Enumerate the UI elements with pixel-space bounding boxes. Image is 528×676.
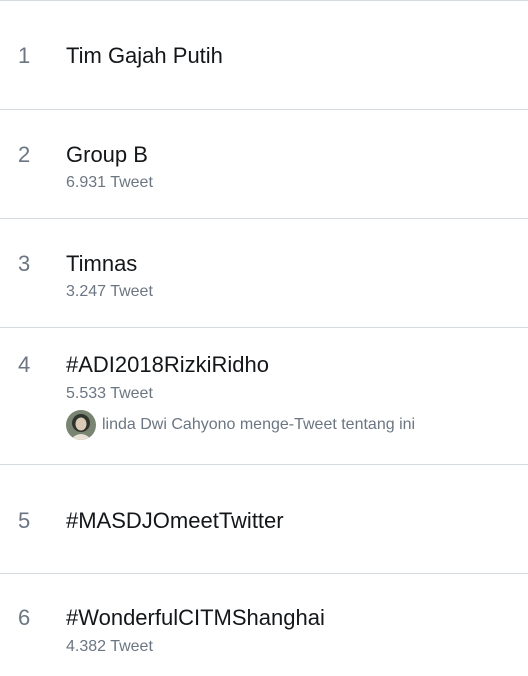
trend-tweet-count: 4.382 Tweet [66,638,153,655]
trend-name: #WonderfulCITMShanghai [66,605,325,630]
trend-rank: 2 [18,142,31,167]
trend-name: Group B [66,142,148,167]
trend-rank: 6 [18,605,31,630]
trend-rank: 1 [18,43,31,68]
trends-list: 1 Tim Gajah Putih 2 Group B 6.931 Tweet … [0,0,528,676]
trend-rank: 5 [18,508,31,533]
trend-name: Timnas [66,251,138,276]
trend-name: #MASDJOmeetTwitter [66,508,284,533]
user-avatar-icon [66,410,96,440]
trend-item[interactable]: 3 Timnas 3.247 Tweet [0,219,528,328]
trend-tweet-count: 6.931 Tweet [66,174,153,191]
trend-name: Tim Gajah Putih [66,43,223,68]
trend-rank: 3 [18,251,31,276]
trend-tweet-count: 3.247 Tweet [66,283,153,300]
trend-social-context[interactable]: linda Dwi Cahyono menge-Tweet tentang in… [66,410,415,440]
trend-tweet-count: 5.533 Tweet [66,385,153,402]
trend-item[interactable]: 2 Group B 6.931 Tweet [0,110,528,219]
trend-rank: 4 [18,352,31,377]
trend-item[interactable]: 6 #WonderfulCITMShanghai 4.382 Tweet [0,574,528,676]
trend-name: #ADI2018RizkiRidho [66,352,269,377]
trend-item[interactable]: 5 #MASDJOmeetTwitter [0,465,528,574]
trend-item[interactable]: 4 #ADI2018RizkiRidho 5.533 Tweet linda D… [0,328,528,465]
trend-item[interactable]: 1 Tim Gajah Putih [0,1,528,110]
trend-context-label: linda Dwi Cahyono menge-Tweet tentang in… [102,416,416,433]
